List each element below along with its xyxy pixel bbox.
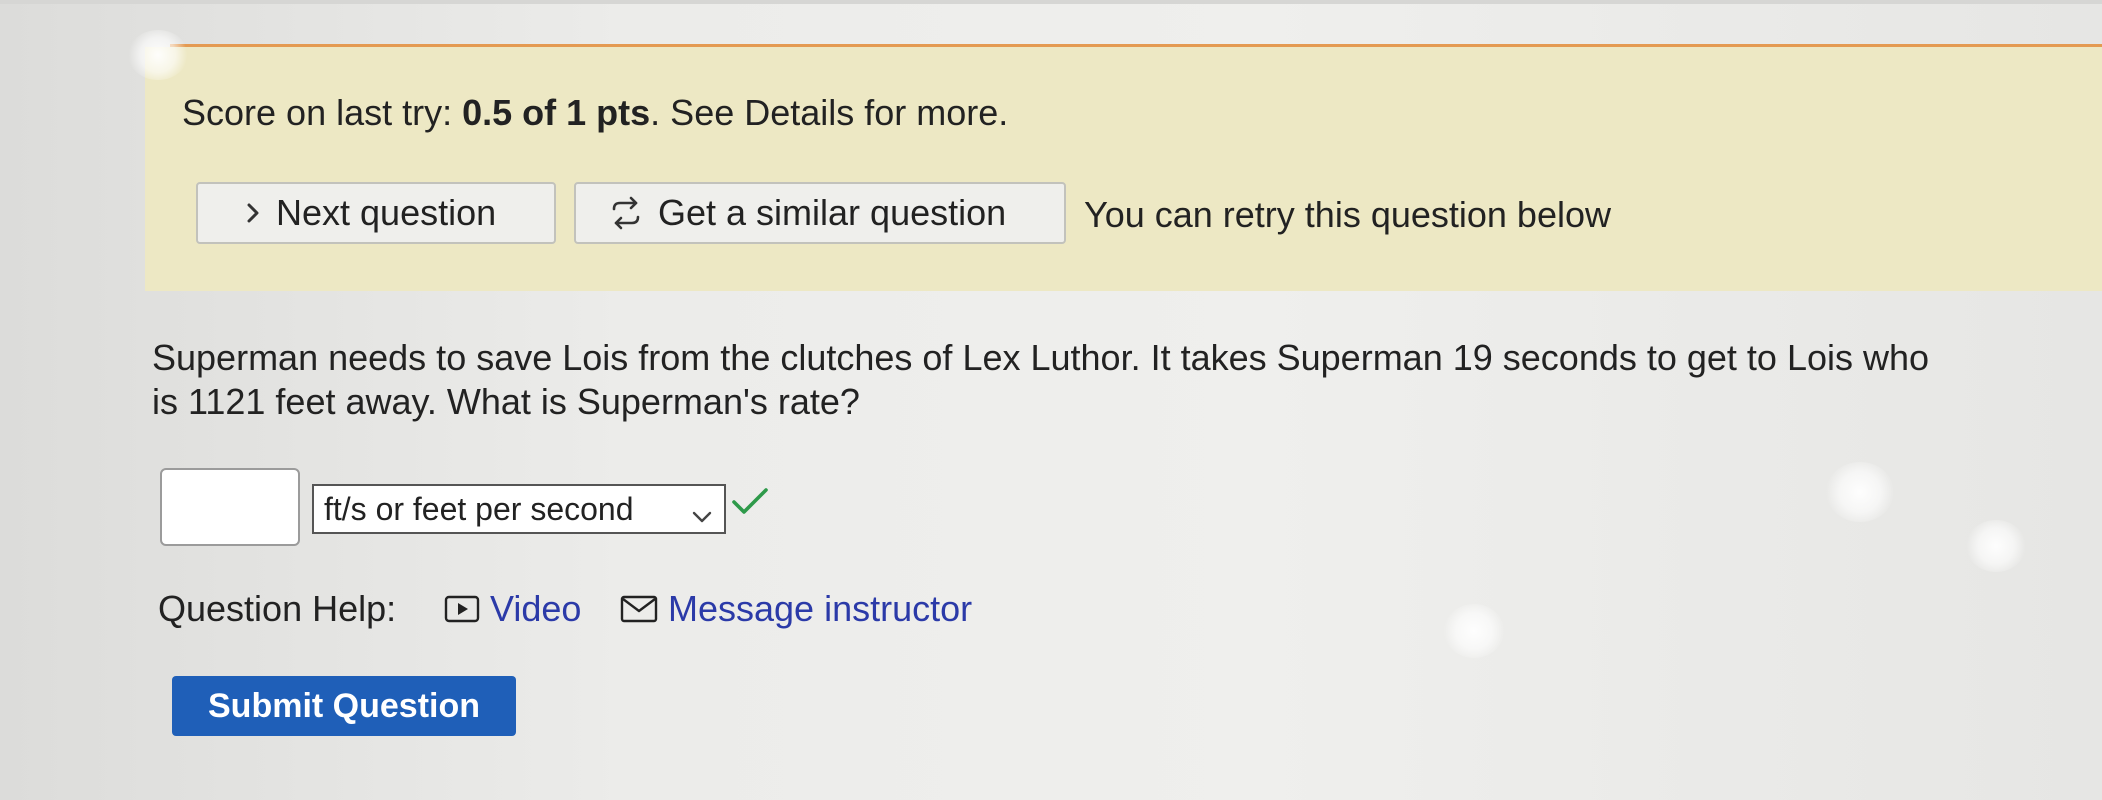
screen-glare bbox=[1966, 520, 2026, 572]
chevron-down-icon bbox=[690, 498, 714, 535]
video-link-label: Video bbox=[490, 588, 582, 629]
score-value: 0.5 of 1 pts bbox=[462, 92, 651, 133]
unit-select-value: ft/s or feet per second bbox=[324, 490, 634, 527]
page: Score on last try: 0.5 of 1 pts. See Det… bbox=[0, 0, 2102, 800]
refresh-arrows-icon bbox=[608, 195, 644, 231]
screen-glare bbox=[1444, 604, 1504, 658]
next-question-button[interactable]: Next question bbox=[196, 182, 556, 244]
score-panel bbox=[145, 47, 2102, 291]
message-instructor-label: Message instructor bbox=[668, 588, 973, 629]
question-help-label: Question Help: bbox=[158, 588, 397, 629]
similar-question-label: Get a similar question bbox=[658, 192, 1007, 233]
score-suffix: . See Details for more. bbox=[650, 92, 1009, 133]
top-border bbox=[0, 0, 2102, 4]
score-prefix: Score on last try: bbox=[182, 92, 463, 133]
checkmark-icon bbox=[730, 484, 770, 525]
submit-question-button[interactable]: Submit Question bbox=[172, 676, 516, 736]
next-question-label: Next question bbox=[276, 192, 497, 233]
video-play-icon bbox=[444, 594, 480, 624]
unit-select[interactable]: ft/s or feet per second bbox=[312, 484, 726, 534]
similar-question-button[interactable]: Get a similar question bbox=[574, 182, 1066, 244]
envelope-icon bbox=[620, 594, 658, 624]
score-summary: Score on last try: 0.5 of 1 pts. See Det… bbox=[182, 92, 1008, 134]
answer-input[interactable] bbox=[160, 468, 300, 546]
message-instructor-link[interactable]: Message instructor bbox=[620, 588, 972, 630]
retry-note: You can retry this question below bbox=[1084, 194, 1611, 235]
screen-glare bbox=[128, 30, 188, 80]
chevron-right-icon bbox=[244, 201, 262, 225]
video-link[interactable]: Video bbox=[444, 588, 581, 630]
screen-glare bbox=[1826, 462, 1894, 522]
question-text: Superman needs to save Lois from the clu… bbox=[152, 337, 1930, 422]
